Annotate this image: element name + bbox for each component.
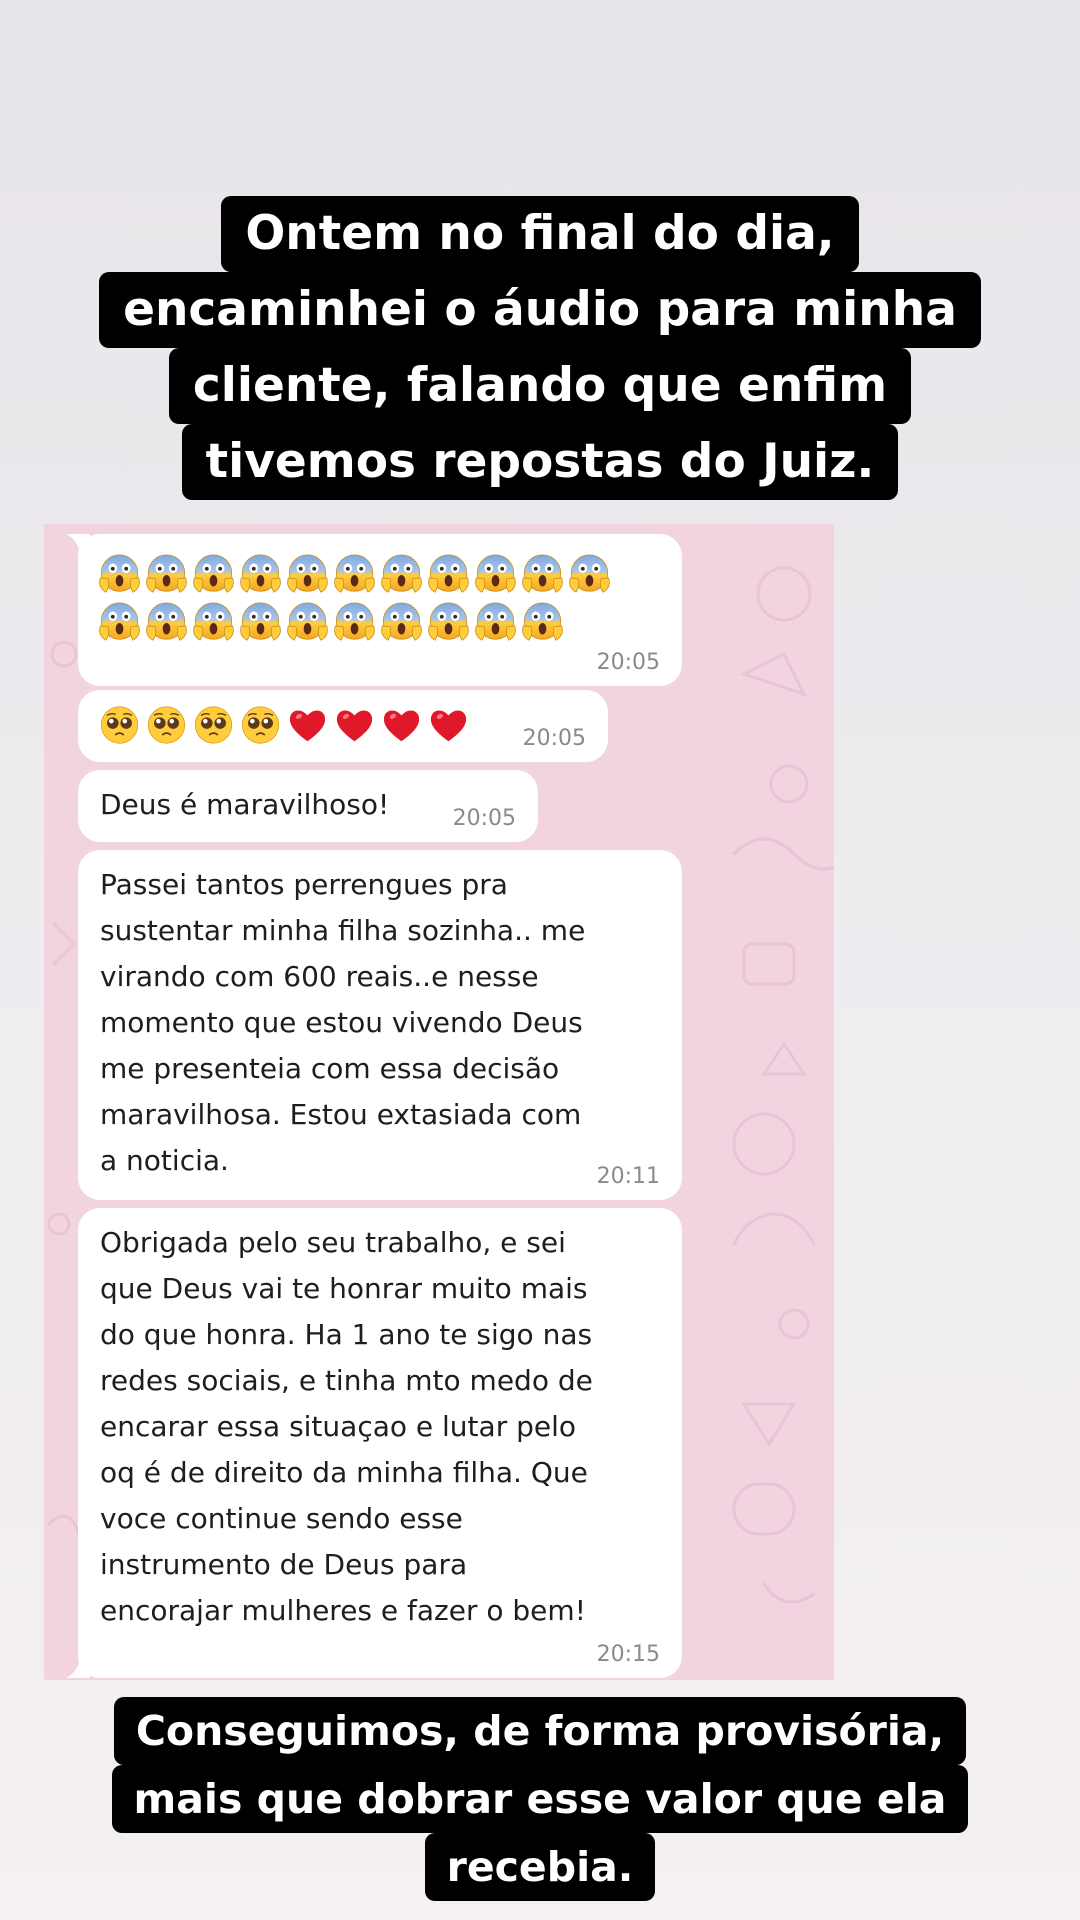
red-heart-icon	[289, 710, 326, 742]
caption-top-line-2: encaminhei o áudio para minha	[99, 272, 981, 348]
message-text-line: me presenteia com essa decisão	[100, 1052, 560, 1085]
message-text-line: sustentar minha filha sozinha.. me	[100, 914, 586, 947]
pleading-face-icon	[241, 706, 280, 744]
message-text-line: Obrigada pelo seu trabalho, e sei	[100, 1226, 566, 1259]
message-text-line: redes sociais, e tinha mto medo de	[100, 1364, 593, 1397]
story-caption-top: Ontem no final do dia, encaminhei o áudi…	[0, 196, 1080, 500]
face-screaming-in-fear-icon	[146, 554, 187, 593]
chat-screenshot: 20:05 20:05 Deus é maravilhoso! 20:05 Pa…	[44, 524, 834, 1680]
red-heart-icon	[383, 710, 420, 742]
face-screaming-in-fear-icon	[146, 602, 187, 641]
caption-bottom-line-1: Conseguimos, de forma provisória,	[113, 1697, 967, 1765]
face-screaming-in-fear-icon	[381, 554, 422, 593]
face-screaming-in-fear-icon	[475, 554, 516, 593]
message-text-line: a noticia.	[100, 1144, 229, 1177]
caption-top-line-1: Ontem no final do dia,	[221, 196, 859, 272]
message-bubble-1: 20:05	[66, 534, 682, 686]
face-screaming-in-fear-icon	[193, 602, 234, 641]
emoji-row-2	[96, 598, 664, 646]
bubble-tail	[66, 1658, 90, 1678]
message-text-line: virando com 600 reais..e nesse	[100, 960, 539, 993]
red-heart-icon	[336, 710, 373, 742]
face-screaming-in-fear-icon	[522, 602, 563, 641]
message-text-line: encorajar mulheres e fazer o bem!	[100, 1594, 586, 1627]
message-time: 20:05	[596, 650, 660, 675]
face-screaming-in-fear-icon	[240, 602, 281, 641]
face-screaming-in-fear-icon	[99, 554, 140, 593]
message-text-line: instrumento de Deus para	[100, 1548, 468, 1581]
pleading-face-icon	[194, 706, 233, 744]
message-text-line: encarar essa situaçao e lutar pelo	[100, 1410, 577, 1443]
caption-bottom-line-3: recebia.	[424, 1833, 656, 1901]
message-text-line: do que honra. Ha 1 ano te sigo nas	[100, 1318, 593, 1351]
face-screaming-in-fear-icon	[569, 554, 610, 593]
pleading-face-icon	[100, 706, 139, 744]
message-bubble-2: 20:05	[78, 690, 608, 762]
face-screaming-in-fear-icon	[428, 602, 469, 641]
face-screaming-in-fear-icon	[240, 554, 281, 593]
message-time: 20:05	[452, 806, 516, 831]
face-screaming-in-fear-icon	[475, 602, 516, 641]
message-time: 20:05	[522, 726, 586, 751]
message-text-line: que Deus vai te honrar muito mais	[100, 1272, 588, 1305]
message-text-line: Passei tantos perrengues pra	[100, 868, 508, 901]
face-screaming-in-fear-icon	[287, 554, 328, 593]
caption-top-line-4: tivemos repostas do Juiz.	[181, 424, 899, 500]
face-screaming-in-fear-icon	[193, 554, 234, 593]
face-screaming-in-fear-icon	[287, 602, 328, 641]
message-text-line: momento que estou vivendo Deus	[100, 1006, 583, 1039]
face-screaming-in-fear-icon	[99, 602, 140, 641]
face-screaming-in-fear-icon	[522, 554, 563, 593]
face-screaming-in-fear-icon	[334, 554, 375, 593]
message-bubble-4: Passei tantos perrengues pra sustentar m…	[78, 850, 682, 1200]
face-screaming-in-fear-icon	[428, 554, 469, 593]
story-caption-bottom: Conseguimos, de forma provisória, mais q…	[0, 1697, 1080, 1901]
red-heart-icon	[430, 710, 467, 742]
message-time: 20:11	[596, 1164, 660, 1189]
bubble-tail	[66, 534, 90, 554]
face-screaming-in-fear-icon	[381, 602, 422, 641]
message-text-line: voce continue sendo esse	[100, 1502, 463, 1535]
pleading-face-icon	[147, 706, 186, 744]
message-bubble-5: Obrigada pelo seu trabalho, e sei que De…	[66, 1208, 682, 1678]
emoji-row-1	[96, 550, 664, 598]
message-bubble-3: Deus é maravilhoso! 20:05	[78, 770, 538, 842]
message-text-line: maravilhosa. Estou extasiada com	[100, 1098, 582, 1131]
face-screaming-in-fear-icon	[334, 602, 375, 641]
caption-bottom-line-2: mais que dobrar esse valor que ela	[111, 1765, 969, 1833]
message-text-line: oq é de direito da minha filha. Que	[100, 1456, 588, 1489]
caption-top-line-3: cliente, falando que enfim	[168, 348, 912, 424]
emoji-row-1	[96, 701, 590, 749]
message-time: 20:15	[596, 1642, 660, 1667]
